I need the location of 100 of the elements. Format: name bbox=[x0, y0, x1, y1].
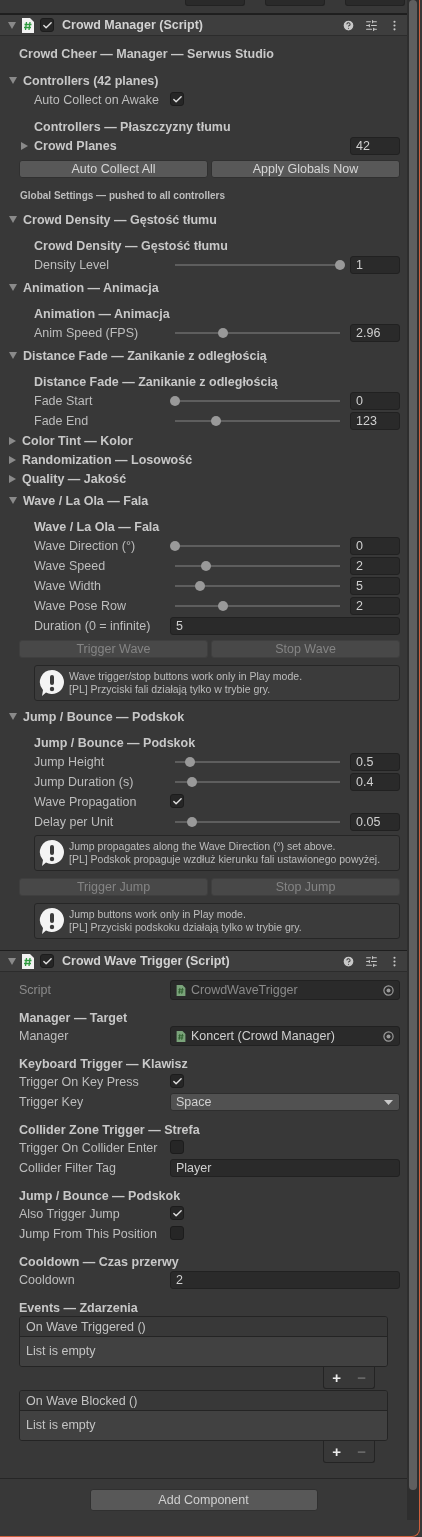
foldout-header[interactable]: Wave / La Ola — Fala bbox=[0, 491, 401, 510]
component-name: Crowd Wave Trigger (Script) bbox=[62, 954, 231, 968]
input-field[interactable]: 2 bbox=[170, 1271, 401, 1289]
checkbox[interactable] bbox=[170, 92, 184, 107]
settings-icon[interactable] bbox=[365, 18, 379, 32]
section-header: Distance Fade — Zanikanie z odległością bbox=[33, 374, 279, 391]
slider-thumb[interactable] bbox=[335, 260, 346, 270]
number-field[interactable]: 2 bbox=[350, 557, 401, 575]
slider-thumb[interactable] bbox=[170, 541, 180, 551]
number-field[interactable]: 0.5 bbox=[350, 753, 401, 771]
field-label: Wave Pose Row bbox=[33, 599, 127, 613]
caret-icon bbox=[384, 1099, 394, 1105]
checkbox[interactable] bbox=[170, 1074, 184, 1089]
number-field[interactable]: 0.05 bbox=[350, 813, 401, 831]
section-header: Cooldown — Czas przerwy bbox=[18, 1254, 180, 1270]
action-button[interactable]: Auto Collect All bbox=[19, 160, 208, 178]
input-field[interactable]: Player bbox=[170, 1159, 401, 1177]
slider-thumb[interactable] bbox=[211, 416, 222, 426]
script-icon bbox=[176, 1030, 186, 1042]
section-header: Jump / Bounce — Podskok bbox=[18, 1188, 182, 1204]
key-dropdown[interactable]: Space bbox=[170, 1093, 401, 1111]
help-text: Jump buttons work only in Play mode. [PL] Przyciski podskoku działają tylko w trybie gry. bbox=[69, 908, 302, 934]
section-header: Jump / Bounce — Podskok bbox=[33, 735, 197, 752]
checkbox[interactable] bbox=[170, 794, 184, 809]
object-field[interactable]: Koncert (Crowd Manager) bbox=[170, 1026, 401, 1046]
checkbox[interactable] bbox=[170, 1139, 184, 1154]
foldout-header[interactable]: Color Tint — Kolor bbox=[0, 431, 401, 450]
scrollbar[interactable] bbox=[407, 0, 419, 1520]
field-label: Wave Width bbox=[33, 579, 102, 593]
add-button[interactable]: + bbox=[328, 1369, 345, 1386]
field-label: Manager bbox=[18, 1029, 70, 1043]
foldout-header[interactable]: Jump / Bounce — Podskok bbox=[0, 707, 401, 726]
settings-icon[interactable] bbox=[365, 954, 379, 968]
field-label: Wave Direction (°) bbox=[33, 539, 137, 553]
section-header: Collider Zone Trigger — Strefa bbox=[18, 1122, 201, 1138]
list-foldout[interactable]: Crowd Planes bbox=[0, 136, 170, 156]
warning-icon bbox=[39, 669, 65, 697]
field-label: Jump From This Position bbox=[18, 1227, 158, 1241]
component-name: Crowd Manager (Script) bbox=[62, 18, 204, 32]
number-field[interactable]: 123 bbox=[350, 412, 401, 430]
empty-list-text: List is empty bbox=[20, 1337, 388, 1366]
component-header[interactable]: Crowd Manager (Script) bbox=[0, 14, 408, 36]
slider-thumb[interactable] bbox=[217, 328, 228, 338]
number-field[interactable]: 5 bbox=[350, 577, 401, 595]
foldout-header[interactable]: Distance Fade — Zanikanie z odległością bbox=[0, 346, 401, 365]
foldout-header[interactable]: Quality — Jakość bbox=[0, 469, 401, 488]
help-icon[interactable] bbox=[342, 954, 356, 968]
slider-thumb[interactable] bbox=[184, 757, 195, 767]
field-label: Anim Speed (FPS) bbox=[33, 326, 140, 340]
field-label: Wave Propagation bbox=[33, 795, 138, 809]
field-label: Trigger On Collider Enter bbox=[18, 1141, 159, 1155]
target-icon[interactable] bbox=[383, 1030, 395, 1042]
number-field[interactable]: 2.96 bbox=[350, 324, 401, 342]
target-icon[interactable] bbox=[383, 984, 395, 996]
checkbox[interactable] bbox=[40, 954, 54, 968]
foldout-header[interactable]: Randomization — Losowość bbox=[0, 450, 401, 469]
empty-list-text: List is empty bbox=[20, 1411, 388, 1440]
script-icon bbox=[22, 17, 34, 33]
section-header: Crowd Density — Gęstość tłumu bbox=[33, 238, 229, 255]
number-field[interactable]: 0 bbox=[350, 392, 401, 410]
section-note: Global Settings — pushed to all controllers bbox=[19, 190, 227, 201]
input-field[interactable]: 5 bbox=[170, 617, 401, 635]
slider-thumb[interactable] bbox=[194, 581, 205, 591]
field-label: Trigger Key bbox=[18, 1095, 85, 1109]
slider-thumb[interactable] bbox=[217, 601, 228, 611]
add-button[interactable]: + bbox=[328, 1443, 345, 1460]
slider-thumb[interactable] bbox=[201, 561, 212, 571]
section-header: Wave / La Ola — Fala bbox=[33, 519, 161, 536]
slider-thumb[interactable] bbox=[186, 817, 197, 827]
component-header[interactable]: Crowd Wave Trigger (Script) bbox=[0, 950, 408, 972]
add-component-button[interactable]: Add Component bbox=[89, 1489, 318, 1511]
foldout-header[interactable]: Controllers (42 planes) bbox=[0, 71, 401, 90]
field-label: Trigger On Key Press bbox=[18, 1075, 140, 1089]
section-header: Animation — Animacja bbox=[33, 306, 171, 323]
component-title: Crowd Cheer — Manager — Serwus Studio bbox=[18, 46, 275, 63]
field-label: Cooldown bbox=[18, 1273, 76, 1287]
field-label: Fade Start bbox=[33, 394, 94, 408]
help-icon[interactable] bbox=[342, 18, 356, 32]
number-field[interactable]: 0 bbox=[350, 537, 401, 555]
count-field[interactable]: 42 bbox=[350, 137, 401, 155]
script-icon bbox=[176, 984, 186, 996]
warning-icon bbox=[39, 907, 65, 935]
script-icon bbox=[22, 953, 34, 969]
slider-thumb[interactable] bbox=[186, 777, 197, 787]
field-label: Also Trigger Jump bbox=[18, 1207, 121, 1221]
field-label: Auto Collect on Awake bbox=[33, 93, 160, 107]
field-label: Density Level bbox=[33, 258, 111, 272]
number-field[interactable]: 1 bbox=[350, 256, 401, 274]
slider-thumb[interactable] bbox=[170, 396, 180, 406]
number-field[interactable]: 0.4 bbox=[350, 773, 401, 791]
checkbox[interactable] bbox=[40, 18, 54, 32]
checkbox[interactable] bbox=[170, 1206, 184, 1221]
number-field[interactable]: 2 bbox=[350, 597, 401, 615]
section-header: Keyboard Trigger — Klawisz bbox=[18, 1056, 189, 1072]
foldout-header[interactable]: Animation — Animacja bbox=[0, 278, 401, 297]
action-button[interactable]: Apply Globals Now bbox=[211, 160, 401, 178]
checkbox[interactable] bbox=[170, 1225, 184, 1240]
field-label: Jump Duration (s) bbox=[33, 775, 135, 789]
field-label: Jump Height bbox=[33, 755, 106, 769]
foldout-header[interactable]: Crowd Density — Gęstość tłumu bbox=[0, 210, 401, 229]
